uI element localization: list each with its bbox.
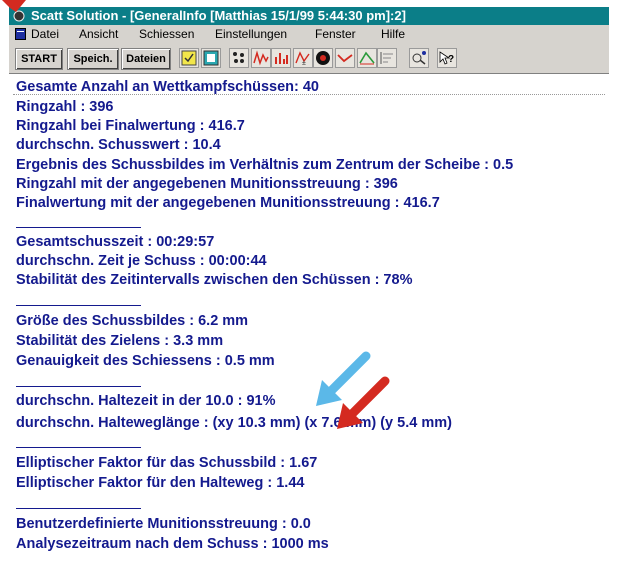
info-user-ammo-spread: Benutzerdefinierte Munitionsstreuung : 0…	[16, 516, 311, 532]
save-button[interactable]: Speich.	[67, 48, 119, 70]
info-group-center-result: Ergebnis des Schussbildes im Verhältnis …	[16, 157, 514, 173]
divider	[16, 227, 141, 228]
help-icon[interactable]: ?	[437, 48, 457, 68]
divider	[13, 94, 605, 95]
red-arrow-icon	[337, 376, 390, 429]
line-chart-icon[interactable]	[357, 48, 377, 68]
svg-text:±: ±	[302, 60, 306, 67]
trace-icon[interactable]	[335, 48, 355, 68]
zoom-icon[interactable]	[409, 48, 429, 68]
target-icon[interactable]	[313, 48, 333, 68]
menu-bar: Datei Ansicht Schiessen Einstellungen Fe…	[9, 25, 609, 43]
divider	[16, 305, 141, 306]
files-button[interactable]: Dateien	[121, 48, 171, 70]
divider	[16, 508, 141, 509]
menu-schiessen[interactable]: Schiessen	[139, 25, 194, 43]
info-shooting-accuracy: Genauigkeit des Schiessens : 0.5 mm	[16, 353, 275, 369]
general-info-panel: Gesamte Anzahl an Wettkampfschüssen: 40 …	[9, 74, 609, 580]
divider	[16, 386, 141, 387]
toolbar: START Speich. Dateien ± ?	[9, 43, 609, 74]
menu-fenster[interactable]: Fenster	[315, 25, 356, 43]
info-ring-count-final: Ringzahl bei Finalwertung : 416.7	[16, 118, 245, 134]
info-analysis-period: Analysezeitraum nach dem Schuss : 1000 m…	[16, 536, 329, 552]
info-group-size: Größe des Schussbildes : 6.2 mm	[16, 313, 249, 329]
info-elliptic-group: Elliptischer Faktor für das Schussbild :…	[16, 455, 318, 471]
info-interval-stability: Stabilität des Zeitintervalls zwischen d…	[16, 272, 413, 288]
menu-hilfe[interactable]: Hilfe	[381, 25, 405, 43]
histogram-icon[interactable]	[251, 48, 271, 68]
red-arrow-icon	[2, 0, 26, 12]
info-ring-count: Ringzahl : 396	[16, 99, 114, 115]
statistics-icon[interactable]	[179, 48, 199, 68]
info-ring-count-ammo: Ringzahl mit der angegebenen Munitionsst…	[16, 176, 398, 192]
bar-chart-icon[interactable]	[271, 48, 291, 68]
dots-icon[interactable]	[229, 48, 249, 68]
title-bar[interactable]: Scatt Solution - [GeneralInfo [Matthias …	[9, 7, 609, 25]
info-aim-stability: Stabilität des Zielens : 3.3 mm	[16, 333, 224, 349]
info-total-time: Gesamtschusszeit : 00:29:57	[16, 234, 215, 250]
info-final-ammo: Finalwertung mit der angegebenen Munitio…	[16, 195, 440, 211]
list-chart-icon[interactable]	[377, 48, 397, 68]
info-avg-shot-value: durchschn. Schusswert : 10.4	[16, 137, 221, 153]
divider	[16, 447, 141, 448]
menu-einstellungen[interactable]: Einstellungen	[215, 25, 287, 43]
document-icon	[15, 28, 26, 40]
menu-ansicht[interactable]: Ansicht	[79, 25, 118, 43]
menu-datei[interactable]: Datei	[31, 25, 59, 43]
grid-icon[interactable]	[201, 48, 221, 68]
start-button[interactable]: START	[15, 48, 63, 70]
info-elliptic-trace: Elliptischer Faktor für den Halteweg : 1…	[16, 475, 305, 491]
window-title: Scatt Solution - [GeneralInfo [Matthias …	[31, 8, 406, 23]
xy-chart-icon[interactable]: ±	[293, 48, 313, 68]
info-hold-time: durchschn. Haltezeit in der 10.0 : 91%	[16, 393, 276, 409]
info-avg-time: durchschn. Zeit je Schuss : 00:00:44	[16, 253, 267, 269]
svg-text:?: ?	[448, 54, 454, 65]
